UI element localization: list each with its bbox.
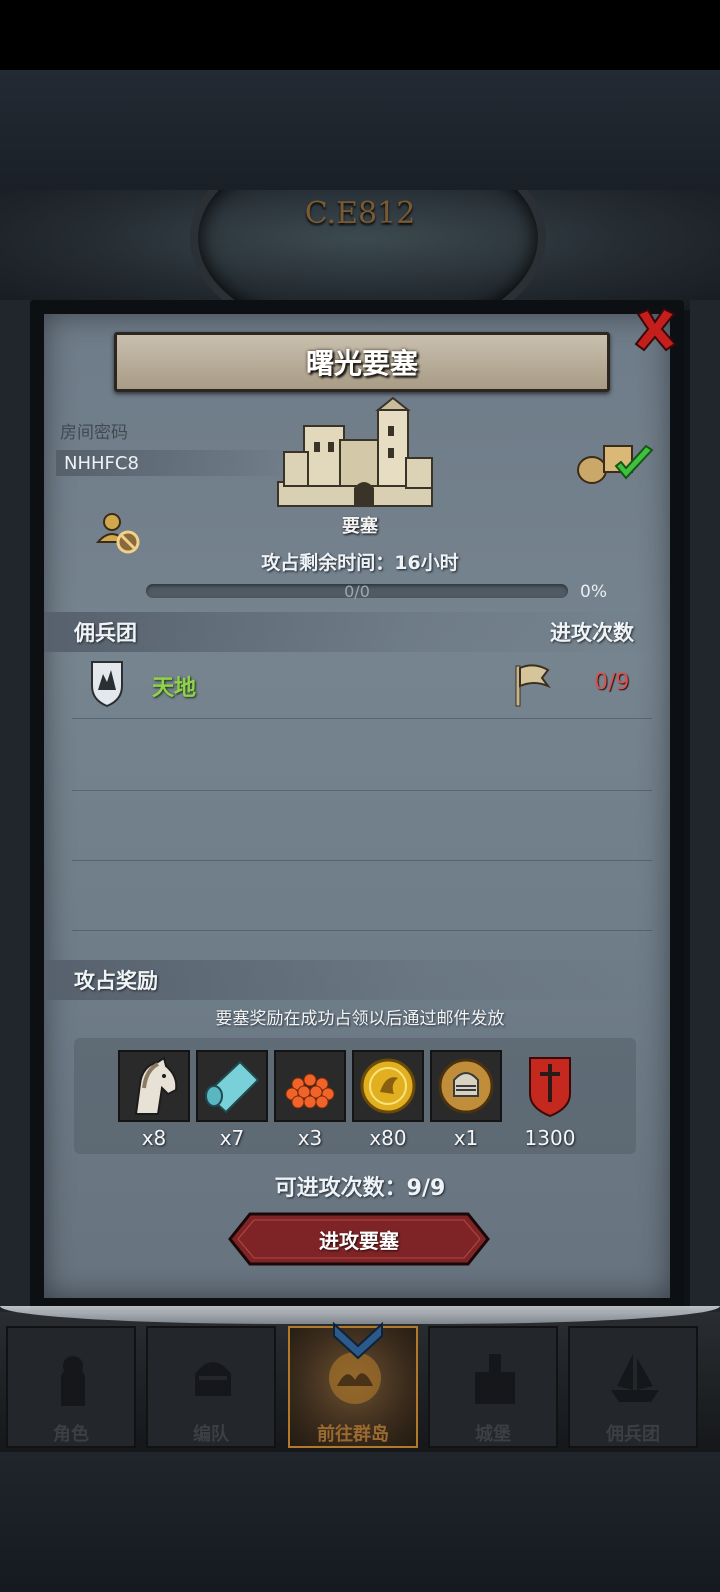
nav-label: 前往群岛 [317,1424,389,1445]
mercenary-shield-icon [91,661,123,708]
mercenary-name: 天地 [152,676,197,701]
close-icon [634,307,677,352]
reward-note: 要塞奖励在成功占领以后通过邮件发放 [215,1009,505,1029]
nav-item-character[interactable]: 角色 [6,1326,136,1448]
list-divider [72,860,652,861]
fortress-icon [277,396,433,507]
list-divider [72,930,652,931]
close-button[interactable] [628,302,682,356]
reward-item-banner[interactable] [514,1050,586,1122]
reward-item-cloth[interactable] [196,1050,268,1122]
roe-icon [285,1073,335,1109]
time-remaining: 攻占剩余时间：16小时 [261,552,459,574]
progress-text: 0/0 [344,582,370,601]
reward-count: x7 [219,1126,245,1150]
ship-icon [611,1354,659,1402]
dialog-title: 曙光要塞 [305,347,418,380]
reward-item-gold-coin[interactable] [352,1050,424,1122]
gold-coin-icon [360,1058,416,1114]
list-divider [72,790,652,791]
reward-count: x80 [369,1126,407,1150]
horse-icon [134,1056,178,1115]
header-art: C.E812 [0,190,720,310]
reward-count: 1300 [524,1126,576,1150]
nav-label: 佣兵团 [606,1424,660,1445]
nav-item-formation[interactable]: 编队 [146,1326,276,1448]
background-bottom [0,1452,720,1592]
reward-item-helmet[interactable] [430,1050,502,1122]
right-side-strip [690,300,720,1320]
available-attacks: 可进攻次数：9/9 [274,1176,446,1201]
reward-item-horse[interactable] [118,1050,190,1122]
room-code: NHHFC8 [64,452,139,474]
cloth-icon [204,1060,260,1114]
nav-label: 编队 [193,1424,229,1445]
title-banner: 曙光要塞 [114,332,610,392]
mercenary-section-title: 佣兵团 [74,621,137,645]
progress-percent: 0% [580,582,607,602]
nav-item-castle[interactable]: 城堡 [428,1326,558,1448]
status-bar [0,0,720,70]
reward-count: x8 [141,1126,167,1150]
left-side-strip [0,300,30,1320]
reward-item-roe[interactable] [274,1050,346,1122]
flag-icon [515,664,552,707]
reward-count: x3 [297,1126,323,1150]
nav-item-mercenary[interactable]: 佣兵团 [568,1326,698,1448]
reward-claimed-icon[interactable] [576,436,656,486]
nav-label: 角色 [53,1424,89,1445]
rewards-section-header: 攻占奖励 [44,960,664,1000]
header-year: C.E812 [304,196,416,231]
mercenary-row[interactable]: 天地 0/9 [72,656,652,719]
attack-count-header: 进攻次数 [550,621,634,645]
background-top [0,70,720,190]
room-password-label: 房间密码 [60,423,128,443]
sword-banner-icon [529,1057,571,1118]
mercenary-attacks: 0/9 [594,670,630,695]
knight-icon [61,1356,85,1406]
knight-helmet-icon [438,1058,494,1114]
castle-icon [475,1354,515,1404]
attack-fortress-button[interactable] [216,1212,502,1266]
rewards-section-title: 攻占奖励 [74,969,158,993]
reward-count: x1 [453,1126,479,1150]
island-icon [329,1352,381,1404]
nav-label: 城堡 [475,1424,511,1445]
helmet-icon [195,1362,231,1396]
nav-item-islands[interactable]: 前往群岛 [288,1326,418,1448]
room-code-bar: NHHFC8 [56,450,294,476]
mercenary-section-header: 佣兵团 进攻次数 [44,612,664,652]
